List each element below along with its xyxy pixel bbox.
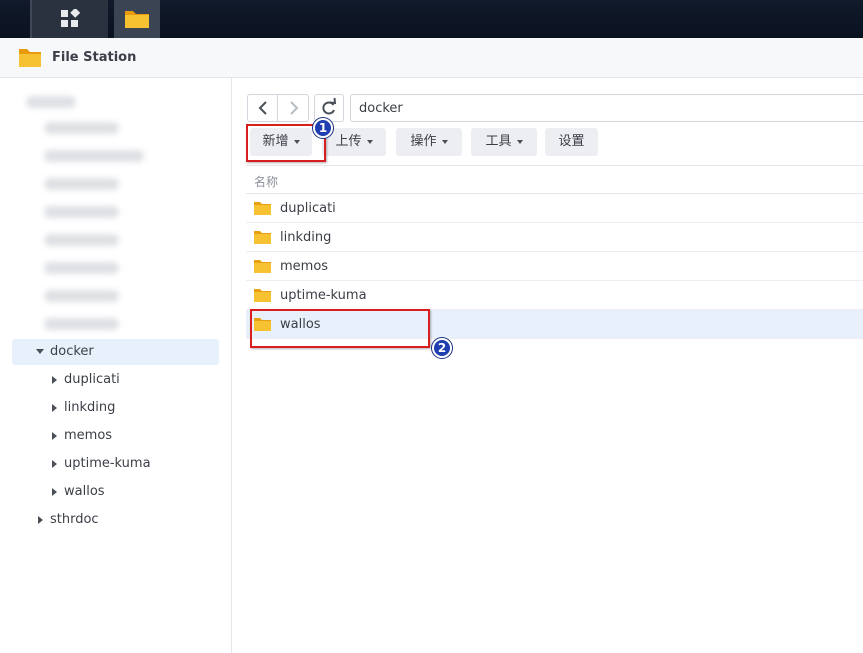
tree-item-label: sthrdoc: [50, 512, 99, 527]
folder-icon: [254, 260, 271, 273]
chevron-down-icon: [516, 139, 523, 144]
step-badge-2: 2: [432, 338, 452, 358]
collapse-arrow-icon[interactable]: [38, 516, 43, 524]
expand-arrow-icon[interactable]: [36, 349, 44, 354]
grid-apps-icon: [61, 9, 80, 27]
file-row[interactable]: uptime-kuma: [246, 281, 863, 310]
collapse-arrow-icon[interactable]: [52, 404, 57, 412]
blurred-tree-item[interactable]: [44, 150, 144, 162]
history-nav-group: [247, 94, 309, 122]
tree-item-label: duplicati: [64, 372, 120, 387]
forward-button[interactable]: [279, 95, 309, 121]
blurred-tree-item[interactable]: [44, 206, 119, 218]
column-header-label: 名称: [254, 175, 279, 189]
tree-item-linkding[interactable]: linkding: [0, 395, 220, 421]
tree-item-label: wallos: [64, 484, 105, 499]
file-name: duplicati: [280, 201, 336, 216]
refresh-icon: [322, 97, 337, 115]
column-header-name[interactable]: 名称: [246, 165, 863, 194]
action-button-label: 操作: [410, 134, 437, 149]
chevron-left-icon: [258, 101, 267, 115]
collapse-arrow-icon[interactable]: [52, 376, 57, 384]
file-row[interactable]: memos: [246, 252, 863, 281]
collapse-arrow-icon[interactable]: [52, 432, 57, 440]
tools-button-label: 工具: [485, 134, 512, 149]
action-button[interactable]: 操作: [396, 128, 462, 156]
main-menu-button[interactable]: [32, 0, 108, 38]
window-titlebar[interactable]: File Station: [0, 38, 863, 78]
collapse-arrow-icon[interactable]: [52, 460, 57, 468]
tree-item-label: linkding: [64, 400, 116, 415]
blurred-tree-item[interactable]: [44, 178, 119, 190]
tools-button[interactable]: 工具: [471, 128, 537, 156]
chevron-right-icon: [290, 101, 299, 115]
tree-item-sthrdoc[interactable]: sthrdoc: [0, 507, 220, 533]
highlight-box-wallos: [250, 309, 430, 348]
file-row[interactable]: linkding: [246, 223, 863, 252]
blurred-tree-item[interactable]: [44, 122, 119, 134]
tree-item-memos[interactable]: memos: [0, 423, 220, 449]
folder-icon: [254, 202, 271, 215]
folder-tree-panel: docker duplicati linkding memos uptime-k…: [0, 78, 232, 653]
tree-item-docker[interactable]: docker: [12, 339, 219, 365]
settings-button[interactable]: 设置: [545, 128, 598, 156]
file-name: memos: [280, 259, 329, 274]
folder-icon: [254, 231, 271, 244]
folder-icon: [254, 289, 271, 302]
step-badge-1: 1: [313, 118, 333, 138]
file-name: uptime-kuma: [280, 288, 367, 303]
blurred-tree-item[interactable]: [44, 262, 119, 274]
upload-button-label: 上传: [335, 134, 362, 149]
tree-item-label: memos: [64, 428, 113, 443]
file-name: linkding: [280, 230, 332, 245]
tree-item-label: docker: [50, 344, 94, 359]
path-field[interactable]: docker: [350, 94, 863, 122]
blurred-tree-item[interactable]: [44, 234, 119, 246]
blurred-tree-item[interactable]: [26, 96, 76, 108]
file-station-taskbar-button[interactable]: [114, 0, 160, 38]
chevron-down-icon: [366, 139, 373, 144]
tree-item-wallos[interactable]: wallos: [0, 479, 220, 505]
folder-icon: [125, 11, 149, 28]
settings-button-label: 设置: [558, 134, 585, 149]
blurred-tree-item[interactable]: [44, 318, 119, 330]
file-row[interactable]: duplicati: [246, 194, 863, 223]
tree-item-uptime-kuma[interactable]: uptime-kuma: [0, 451, 220, 477]
collapse-arrow-icon[interactable]: [52, 488, 57, 496]
chevron-down-icon: [441, 139, 448, 144]
blurred-tree-item[interactable]: [44, 290, 119, 302]
folder-icon: [19, 49, 41, 67]
back-button[interactable]: [248, 95, 278, 121]
tree-item-duplicati[interactable]: duplicati: [0, 367, 220, 393]
tree-item-label: uptime-kuma: [64, 456, 151, 471]
taskbar: [0, 0, 863, 38]
window-title: File Station: [52, 50, 137, 65]
